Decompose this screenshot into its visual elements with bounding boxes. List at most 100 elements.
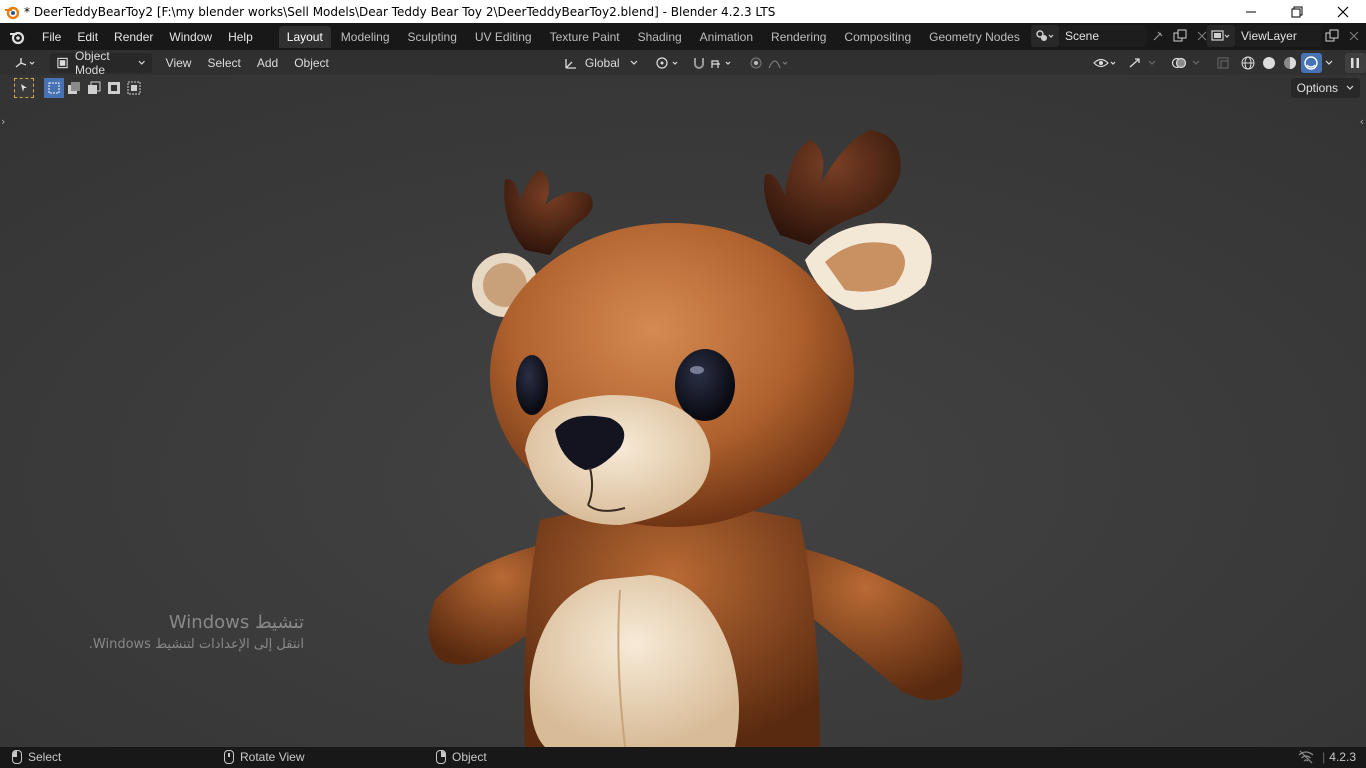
mouse-middle-icon xyxy=(224,750,234,764)
gizmo-icon xyxy=(1129,57,1140,67)
tab-modeling[interactable]: Modeling xyxy=(333,26,398,48)
pause-render-button[interactable] xyxy=(1344,52,1366,73)
viewport-header: Object Mode View Select Add Object Globa… xyxy=(0,49,1366,77)
tab-animation[interactable]: Animation xyxy=(692,26,761,48)
tab-layout[interactable]: Layout xyxy=(278,25,331,48)
sidebar-expand-arrow[interactable]: ‹ xyxy=(1360,115,1364,128)
proportional-falloff-dropdown[interactable] xyxy=(767,53,792,73)
chevron-down-icon xyxy=(138,60,146,65)
material-sphere-icon xyxy=(1284,56,1297,69)
options-dropdown[interactable]: Options xyxy=(1290,78,1360,98)
chevron-down-icon xyxy=(1346,85,1354,90)
minimize-icon xyxy=(1246,11,1256,12)
restore-button[interactable] xyxy=(1274,0,1320,23)
select-new-mode-button[interactable] xyxy=(44,78,64,98)
select-tool-button[interactable] xyxy=(14,78,34,98)
pivot-icon xyxy=(656,56,678,69)
snap-target-dropdown[interactable] xyxy=(709,53,738,73)
overlays-dropdown[interactable] xyxy=(1189,53,1202,73)
cursor-arrow-icon xyxy=(21,84,27,92)
overlays-icon xyxy=(1171,57,1187,68)
scene-browse-button[interactable] xyxy=(1031,25,1059,47)
solid-sphere-icon xyxy=(1263,56,1276,69)
shading-material-button[interactable] xyxy=(1280,53,1301,73)
shading-solid-button[interactable] xyxy=(1259,53,1280,73)
close-icon xyxy=(1349,31,1359,41)
minimize-button[interactable] xyxy=(1228,0,1274,23)
new-scene-button[interactable] xyxy=(1169,26,1191,46)
menu-view[interactable]: View xyxy=(160,53,198,73)
blender-menu-button[interactable] xyxy=(0,23,34,50)
select-extend-mode-button[interactable] xyxy=(64,78,84,98)
select-intersect-icon xyxy=(127,81,141,95)
overlays-toggle[interactable] xyxy=(1168,53,1189,73)
mode-dropdown[interactable]: Object Mode xyxy=(50,49,152,77)
shading-options-dropdown[interactable] xyxy=(1322,53,1337,73)
xray-toggle[interactable] xyxy=(1213,53,1234,73)
version-info: | 4.2.3 xyxy=(1298,750,1356,764)
scene-icon xyxy=(1036,30,1054,41)
menu-window[interactable]: Window xyxy=(161,23,220,50)
tab-uv-editing[interactable]: UV Editing xyxy=(467,26,540,48)
select-subtract-icon xyxy=(88,81,101,94)
view-layer-browse-button[interactable] xyxy=(1207,25,1235,47)
pivot-point-dropdown[interactable] xyxy=(654,53,685,73)
3d-viewport-icon xyxy=(15,57,35,68)
menu-add[interactable]: Add xyxy=(251,53,284,73)
tab-texture-paint[interactable]: Texture Paint xyxy=(542,26,628,48)
menu-object[interactable]: Object xyxy=(288,53,335,73)
windows-activation-watermark: تنشيط Windows انتقل إلى الإعدادات لتنشيط… xyxy=(89,612,304,652)
visibility-dropdown[interactable] xyxy=(1091,53,1120,73)
status-select-hint: Select xyxy=(12,750,61,764)
menu-select[interactable]: Select xyxy=(201,53,246,73)
shading-rendered-button[interactable] xyxy=(1300,52,1322,73)
proportional-edit-toggle[interactable] xyxy=(746,53,767,73)
menu-edit[interactable]: Edit xyxy=(69,23,106,50)
toolbar-expand-arrow[interactable]: › xyxy=(1,115,5,128)
workspace-tabs: Layout Modeling Sculpting UV Editing Tex… xyxy=(278,23,1030,50)
blender-logo-icon xyxy=(10,31,25,44)
select-invert-mode-button[interactable] xyxy=(104,78,124,98)
orientation-global-icon xyxy=(565,58,576,69)
scene-name-field[interactable]: Scene xyxy=(1059,25,1147,47)
menu-file[interactable]: File xyxy=(34,23,69,50)
version-label: 4.2.3 xyxy=(1329,750,1356,764)
xray-icon xyxy=(1217,57,1229,68)
orientation-label: Global xyxy=(584,55,620,70)
window-titlebar: * DeerTeddyBearToy2 [F:\my blender works… xyxy=(0,0,1366,23)
tab-rendering[interactable]: Rendering xyxy=(763,26,834,48)
duplicate-icon xyxy=(1325,29,1339,42)
snap-toggle[interactable] xyxy=(688,53,709,73)
menu-help[interactable]: Help xyxy=(220,23,261,50)
blender-app-icon xyxy=(5,6,20,19)
wireframe-sphere-icon xyxy=(1241,56,1255,69)
select-intersect-mode-button[interactable] xyxy=(124,78,144,98)
gizmo-dropdown[interactable] xyxy=(1145,53,1158,73)
tab-compositing[interactable]: Compositing xyxy=(836,26,919,48)
mouse-left-icon xyxy=(12,750,22,764)
close-button[interactable] xyxy=(1320,0,1366,23)
tab-shading[interactable]: Shading xyxy=(630,26,690,48)
falloff-curve-icon xyxy=(768,59,788,68)
magnet-icon xyxy=(693,57,704,69)
select-subtract-mode-button[interactable] xyxy=(84,78,104,98)
menu-render[interactable]: Render xyxy=(106,23,161,50)
delete-view-layer-button[interactable] xyxy=(1343,26,1365,46)
new-view-layer-button[interactable] xyxy=(1321,26,1343,46)
restore-icon xyxy=(1291,6,1303,17)
status-rotate-hint: Rotate View xyxy=(224,750,304,764)
status-object-label: Object xyxy=(452,750,487,764)
duplicate-icon xyxy=(1173,29,1187,42)
mode-label: Object Mode xyxy=(75,48,110,77)
tab-sculpting[interactable]: Sculpting xyxy=(400,26,465,48)
view-layer-name-field[interactable]: ViewLayer xyxy=(1235,25,1321,47)
editor-type-button[interactable] xyxy=(8,53,44,73)
chevron-down-icon xyxy=(1148,60,1156,65)
status-object-hint: Object xyxy=(436,750,487,764)
mouse-right-icon xyxy=(436,750,446,764)
tab-geometry-nodes[interactable]: Geometry Nodes xyxy=(921,26,1028,48)
pin-scene-button[interactable] xyxy=(1147,26,1169,46)
shading-wireframe-button[interactable] xyxy=(1238,53,1259,73)
gizmo-toggle[interactable] xyxy=(1124,53,1145,73)
transform-orientation-dropdown[interactable]: Global xyxy=(557,53,644,73)
